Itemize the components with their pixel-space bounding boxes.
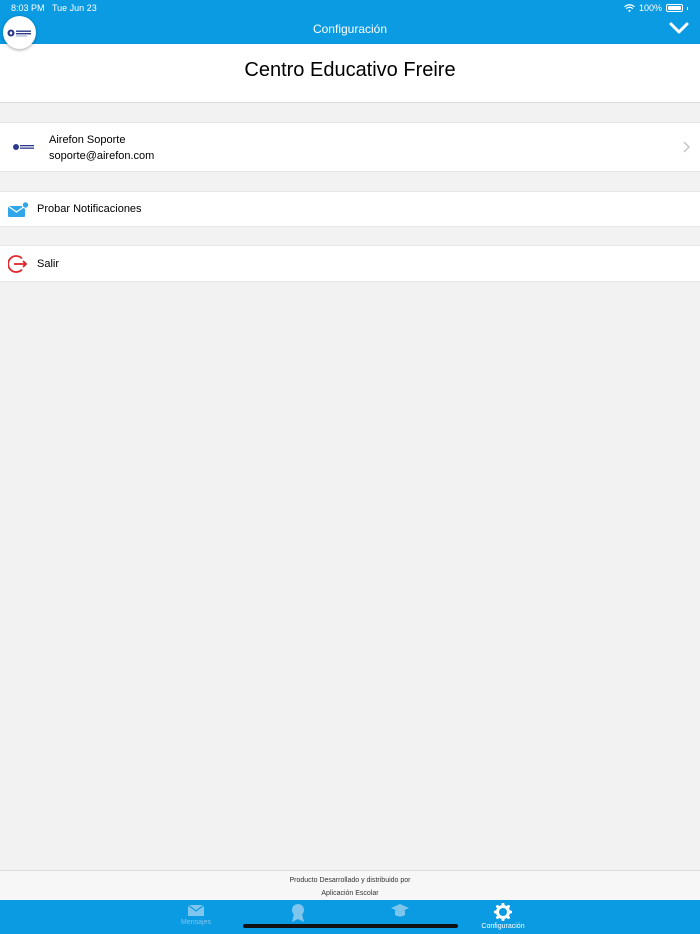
- home-indicator[interactable]: [243, 924, 458, 928]
- tab-messages[interactable]: Mensajes: [151, 903, 241, 933]
- logout-icon: [8, 255, 28, 273]
- school-logo-icon: [13, 144, 34, 150]
- support-email: soporte@airefon.com: [49, 150, 155, 162]
- battery-percent: 100%: [638, 3, 662, 13]
- support-name: Airefon Soporte: [49, 134, 126, 146]
- top-bar: 8:03 PM Tue Jun 23 100% Configuración: [0, 0, 700, 44]
- chevron-down-icon[interactable]: [668, 20, 690, 36]
- tab-settings-label: Configuración: [481, 923, 525, 930]
- school-header: Centro Educativo Freire: [0, 44, 700, 103]
- wifi-icon: [624, 4, 635, 12]
- credit-line-1: Producto Desarrollado y distribuido por: [289, 877, 411, 884]
- logout-row[interactable]: Salir: [0, 245, 700, 282]
- school-name: Centro Educativo Freire: [244, 59, 456, 81]
- test-notifications-row[interactable]: Probar Notificaciones: [0, 191, 700, 227]
- tab-awards[interactable]: [253, 903, 343, 933]
- mail-notification-icon: [7, 201, 29, 217]
- school-logo-icon: [7, 29, 31, 36]
- graduation-cap-icon: [391, 904, 409, 917]
- credit-line-2: Aplicación Escolar: [321, 890, 379, 897]
- school-logo-button[interactable]: [3, 16, 36, 49]
- footer-credit: Producto Desarrollado y distribuido por …: [0, 870, 700, 901]
- test-notifications-label: Probar Notificaciones: [37, 203, 142, 215]
- status-indicators: 100%: [624, 3, 688, 13]
- tab-messages-label: Mensajes: [181, 919, 211, 926]
- gear-icon: [494, 903, 512, 921]
- tab-courses[interactable]: [355, 903, 445, 933]
- page-title: Configuración: [312, 22, 388, 36]
- battery-icon: [666, 4, 683, 12]
- battery-tip: [687, 6, 688, 10]
- support-contact-row[interactable]: Airefon Soporte soporte@airefon.com: [0, 122, 700, 172]
- award-icon: [292, 904, 304, 922]
- status-date: Tue Jun 23: [52, 3, 97, 13]
- tab-bar: Mensajes Configuración: [0, 900, 700, 934]
- envelope-icon: [187, 904, 205, 916]
- chevron-right-icon: [683, 141, 690, 153]
- tab-settings[interactable]: Configuración: [458, 903, 548, 933]
- status-time: 8:03 PM: [11, 3, 45, 13]
- logout-label: Salir: [37, 258, 60, 270]
